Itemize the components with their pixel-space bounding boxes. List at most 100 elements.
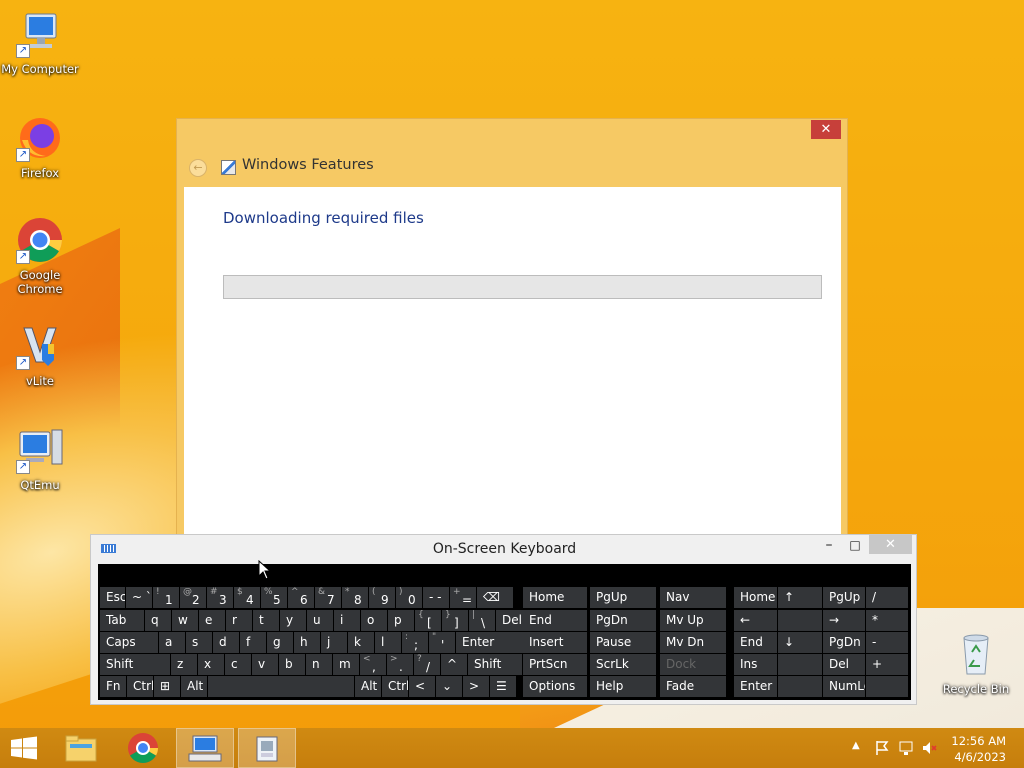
osk-close-button[interactable]: ✕ [869,535,912,554]
key-nav[interactable]: Nav [660,587,726,608]
start-button[interactable] [0,728,48,768]
key-4[interactable]: $4 [234,587,260,608]
taskbar-chrome[interactable] [114,728,172,768]
key-symbol[interactable]: ↑ [778,587,822,608]
key-ctrl[interactable]: Ctrl [382,676,408,697]
key-g[interactable]: g [267,632,293,653]
desktop-icon-my-computer[interactable]: ↗ My Computer [0,10,80,76]
key-ins[interactable]: Ins [734,654,777,675]
key-symbol[interactable]: + [866,654,908,675]
key-tab[interactable]: Tab [100,610,144,631]
key-enter[interactable]: Enter [734,676,777,697]
key-q[interactable]: q [145,610,171,631]
key-mv-up[interactable]: Mv Up [660,610,726,631]
taskbar-windows-features[interactable] [238,728,296,768]
key-dock[interactable]: Dock [660,654,726,675]
show-hidden-icons-icon[interactable]: ▲ [852,740,860,751]
key-pgdn[interactable]: PgDn [823,632,865,653]
key-pause[interactable]: Pause [590,632,656,653]
key-c[interactable]: c [225,654,251,675]
key-t[interactable]: t [253,610,279,631]
key-symbol[interactable]: {[ [415,610,441,631]
key-symbol[interactable]: >. [387,654,413,675]
key-symbol[interactable]: / [866,587,908,608]
key-6[interactable]: ^ 6 [288,587,314,608]
key-fn[interactable]: Fn [100,676,126,697]
key-3[interactable]: #3 [207,587,233,608]
key-symbol[interactable]: ~ ` [126,587,152,608]
key-shift[interactable]: Shift [100,654,170,675]
key-symbol[interactable]: + = [450,587,476,608]
key-numlock[interactable]: NumLock [823,676,865,697]
volume-muted-icon[interactable] [921,740,937,756]
key-caps[interactable]: Caps [100,632,158,653]
taskbar-file-explorer[interactable] [52,728,110,768]
key-pgdn[interactable]: PgDn [590,610,656,631]
key-end[interactable]: End [734,632,777,653]
key-home[interactable]: Home [734,587,777,608]
desktop-icon-recycle-bin[interactable]: Recycle Bin [936,630,1016,696]
key-symbol[interactable]: ↓ [778,632,822,653]
key-symbol[interactable]: }] [442,610,468,631]
key-a[interactable]: a [159,632,185,653]
key-prtscn[interactable]: PrtScn [523,654,587,675]
key-symbol[interactable]: ⌫ [477,587,513,608]
key-symbol[interactable]: | \ [469,610,495,631]
key-symbol[interactable]: → [823,610,865,631]
key-z[interactable]: z [171,654,197,675]
network-icon[interactable] [898,740,914,756]
key-insert[interactable]: Insert [523,632,587,653]
key-symbol[interactable]: ← [734,610,777,631]
minimize-button[interactable]: – [819,535,839,555]
key-f[interactable]: f [240,632,266,653]
key-i[interactable]: i [334,610,360,631]
key-symbol[interactable]: :; [402,632,428,653]
key-help[interactable]: Help [590,676,656,697]
key-pgup[interactable]: PgUp [823,587,865,608]
key-options[interactable]: Options [523,676,587,697]
key-x[interactable]: x [198,654,224,675]
key-symbol[interactable]: < [409,676,435,697]
desktop-icon-google-chrome[interactable]: ↗ Google Chrome [0,216,80,296]
key-m[interactable]: m [333,654,359,675]
key-9[interactable]: (9 [369,587,395,608]
key-r[interactable]: r [226,610,252,631]
close-button[interactable]: ✕ [811,120,841,139]
key-l[interactable]: l [375,632,401,653]
taskbar-on-screen-keyboard[interactable] [176,728,234,768]
key-7[interactable]: & 7 [315,587,341,608]
key-fade[interactable]: Fade [660,676,726,697]
key-enter[interactable]: Enter [456,632,524,653]
key-e[interactable]: e [199,610,225,631]
key-del[interactable]: Del [496,610,524,631]
key-s[interactable]: s [186,632,212,653]
key-symbol[interactable]: ⌄ [436,676,462,697]
maximize-button[interactable]: □ [845,535,865,555]
key-symbol[interactable]: * [866,610,908,631]
key-mv-dn[interactable]: Mv Dn [660,632,726,653]
key-del[interactable]: Del [823,654,865,675]
key-d[interactable]: d [213,632,239,653]
key-v[interactable]: v [252,654,278,675]
key-j[interactable]: j [321,632,347,653]
key-symbol[interactable]: ☰ [490,676,516,697]
key-symbol[interactable]: ^ [441,654,467,675]
key-2[interactable]: @2 [180,587,206,608]
key-symbol[interactable]: - - [423,587,449,608]
key-0[interactable]: ) 0 [396,587,422,608]
key-k[interactable]: k [348,632,374,653]
key-symbol[interactable]: <, [360,654,386,675]
key-w[interactable]: w [172,610,198,631]
key-n[interactable]: n [306,654,332,675]
key-u[interactable]: u [307,610,333,631]
key-8[interactable]: * 8 [342,587,368,608]
key-end[interactable]: End [523,610,587,631]
back-arrow-icon[interactable]: ← [189,159,207,177]
key-ctrl[interactable]: Ctrl [127,676,153,697]
key-esc[interactable]: Esc [100,587,125,608]
key-shift[interactable]: Shift [468,654,522,675]
key-1[interactable]: ! 1 [153,587,179,608]
key-y[interactable]: y [280,610,306,631]
key-symbol[interactable]: - [866,632,908,653]
key-alt[interactable]: Alt [355,676,381,697]
